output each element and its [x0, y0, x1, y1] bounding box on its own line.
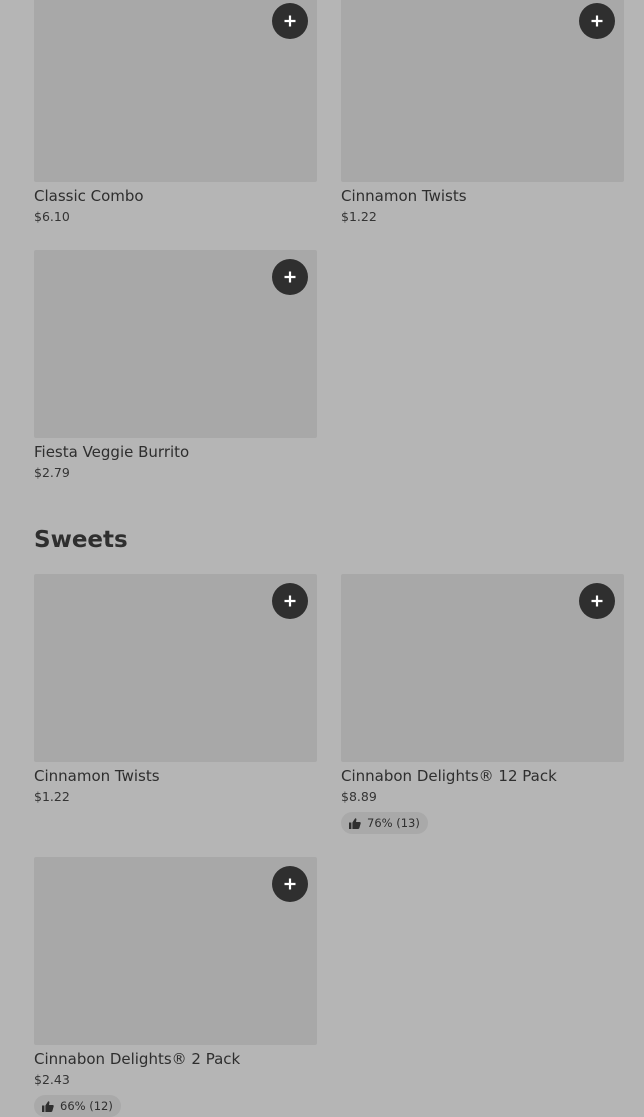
item-name: Fiesta Veggie Burrito [34, 443, 190, 461]
add-item-button[interactable] [272, 866, 308, 902]
rating-text: 76% (13) [367, 816, 420, 830]
sweets-grid: Cinnamon Twists $1.22 Cinnabon Delights®… [34, 574, 624, 1117]
add-item-button[interactable] [579, 583, 615, 619]
plus-icon [591, 15, 603, 27]
item-name: Cinnabon Delights® 2 Pack [34, 1050, 241, 1068]
item-price: $1.22 [341, 209, 377, 224]
add-item-button[interactable] [272, 583, 308, 619]
item-card-classic-combo[interactable]: Classic Combo $6.10 [34, 0, 317, 225]
add-item-button[interactable] [272, 3, 308, 39]
item-price: $8.89 [341, 789, 377, 804]
item-name: Cinnamon Twists [341, 187, 467, 205]
rating-badge: 66% (12) [34, 1095, 121, 1117]
item-image [34, 0, 317, 182]
plus-icon [284, 15, 296, 27]
item-image [34, 857, 317, 1045]
item-price: $2.79 [34, 465, 70, 480]
item-price: $2.43 [34, 1072, 70, 1087]
item-image [341, 0, 624, 182]
item-image [341, 574, 624, 762]
item-card-fiesta-veggie-burrito[interactable]: Fiesta Veggie Burrito $2.79 [34, 250, 317, 481]
thumbs-up-icon [42, 1100, 54, 1112]
add-item-button[interactable] [272, 259, 308, 295]
plus-icon [284, 595, 296, 607]
plus-icon [284, 271, 296, 283]
item-card-cinnamon-twists[interactable]: Cinnamon Twists $1.22 [34, 574, 317, 834]
plus-icon [284, 878, 296, 890]
section-title-sweets: Sweets [34, 527, 128, 553]
rating-badge: 76% (13) [341, 812, 428, 834]
item-name: Classic Combo [34, 187, 144, 205]
rating-text: 66% (12) [60, 1099, 113, 1113]
item-price: $1.22 [34, 789, 70, 804]
add-item-button[interactable] [579, 3, 615, 39]
item-name: Cinnabon Delights® 12 Pack [341, 767, 557, 785]
item-name: Cinnamon Twists [34, 767, 160, 785]
item-price: $6.10 [34, 209, 70, 224]
item-card-cinnabon-delights-2-pack[interactable]: Cinnabon Delights® 2 Pack $2.43 66% (12) [34, 857, 317, 1117]
top-items-grid: Classic Combo $6.10 Cinnamon Twists $1.2… [34, 0, 624, 481]
item-image [34, 574, 317, 762]
item-card-cinnamon-twists[interactable]: Cinnamon Twists $1.22 [341, 0, 624, 225]
item-card-cinnabon-delights-12-pack[interactable]: Cinnabon Delights® 12 Pack $8.89 76% (13… [341, 574, 624, 834]
plus-icon [591, 595, 603, 607]
item-image [34, 250, 317, 438]
thumbs-up-icon [349, 817, 361, 829]
